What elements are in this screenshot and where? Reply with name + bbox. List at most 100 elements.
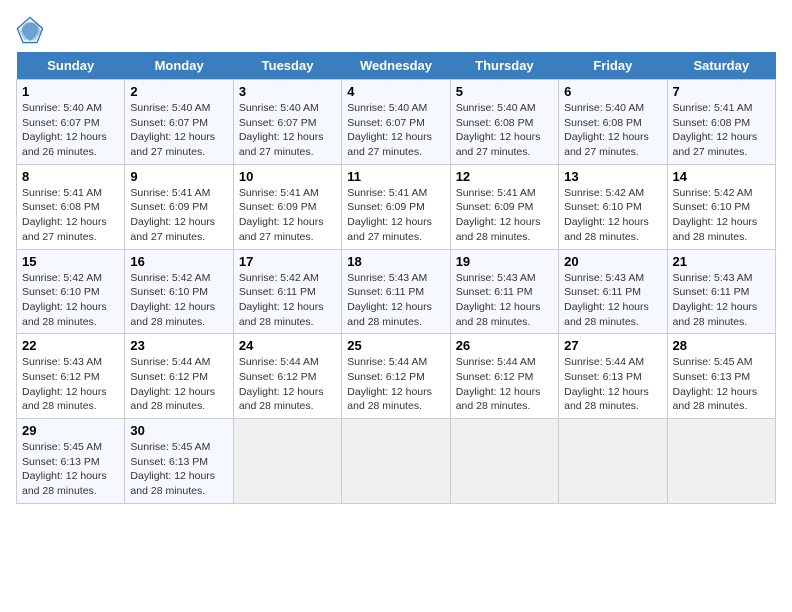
day-info: Sunrise: 5:45 AMSunset: 6:13 PMDaylight:… xyxy=(673,355,770,414)
day-info: Sunrise: 5:40 AMSunset: 6:08 PMDaylight:… xyxy=(456,101,553,160)
calendar-cell: 5 Sunrise: 5:40 AMSunset: 6:08 PMDaylight… xyxy=(450,80,558,165)
day-info: Sunrise: 5:44 AMSunset: 6:13 PMDaylight:… xyxy=(564,355,661,414)
day-info: Sunrise: 5:41 AMSunset: 6:09 PMDaylight:… xyxy=(130,186,227,245)
weekday-header-monday: Monday xyxy=(125,52,233,80)
day-number: 20 xyxy=(564,254,661,269)
day-number: 18 xyxy=(347,254,444,269)
day-number: 6 xyxy=(564,84,661,99)
day-info: Sunrise: 5:45 AMSunset: 6:13 PMDaylight:… xyxy=(22,440,119,499)
day-info: Sunrise: 5:43 AMSunset: 6:11 PMDaylight:… xyxy=(564,271,661,330)
day-info: Sunrise: 5:45 AMSunset: 6:13 PMDaylight:… xyxy=(130,440,227,499)
day-info: Sunrise: 5:42 AMSunset: 6:10 PMDaylight:… xyxy=(22,271,119,330)
calendar-cell: 14Sunrise: 5:42 AMSunset: 6:10 PMDayligh… xyxy=(667,164,775,249)
day-number: 5 xyxy=(456,84,553,99)
calendar-cell xyxy=(233,419,341,504)
day-info: Sunrise: 5:42 AMSunset: 6:10 PMDaylight:… xyxy=(564,186,661,245)
calendar-cell xyxy=(450,419,558,504)
day-number: 22 xyxy=(22,338,119,353)
calendar-week-row: 22 Sunrise: 5:43 AMSunset: 6:12 PMDayligh… xyxy=(17,334,776,419)
weekday-header-sunday: Sunday xyxy=(17,52,125,80)
day-number: 23 xyxy=(130,338,227,353)
day-number: 30 xyxy=(130,423,227,438)
day-number: 1 xyxy=(22,84,119,99)
day-number: 26 xyxy=(456,338,553,353)
calendar-cell: 2 Sunrise: 5:40 AMSunset: 6:07 PMDaylight… xyxy=(125,80,233,165)
logo xyxy=(16,16,48,44)
weekday-header-friday: Friday xyxy=(559,52,667,80)
calendar-cell: 13 Sunrise: 5:42 AMSunset: 6:10 PMDayligh… xyxy=(559,164,667,249)
weekday-header-tuesday: Tuesday xyxy=(233,52,341,80)
day-number: 8 xyxy=(22,169,119,184)
day-number: 19 xyxy=(456,254,553,269)
calendar-week-row: 1 Sunrise: 5:40 AMSunset: 6:07 PMDaylight… xyxy=(17,80,776,165)
calendar-cell: 25 Sunrise: 5:44 AMSunset: 6:12 PMDayligh… xyxy=(342,334,450,419)
day-number: 4 xyxy=(347,84,444,99)
day-number: 15 xyxy=(22,254,119,269)
day-info: Sunrise: 5:42 AMSunset: 6:11 PMDaylight:… xyxy=(239,271,336,330)
day-info: Sunrise: 5:43 AMSunset: 6:11 PMDaylight:… xyxy=(456,271,553,330)
day-info: Sunrise: 5:41 AMSunset: 6:09 PMDaylight:… xyxy=(456,186,553,245)
calendar-cell: 16Sunrise: 5:42 AMSunset: 6:10 PMDayligh… xyxy=(125,249,233,334)
day-number: 2 xyxy=(130,84,227,99)
day-number: 9 xyxy=(130,169,227,184)
calendar-week-row: 29 Sunrise: 5:45 AMSunset: 6:13 PMDayligh… xyxy=(17,419,776,504)
calendar-cell xyxy=(559,419,667,504)
calendar-cell: 8Sunrise: 5:41 AMSunset: 6:08 PMDaylight… xyxy=(17,164,125,249)
day-info: Sunrise: 5:40 AMSunset: 6:07 PMDaylight:… xyxy=(347,101,444,160)
day-number: 7 xyxy=(673,84,770,99)
calendar-cell xyxy=(342,419,450,504)
day-number: 10 xyxy=(239,169,336,184)
day-info: Sunrise: 5:44 AMSunset: 6:12 PMDaylight:… xyxy=(239,355,336,414)
calendar-cell: 6 Sunrise: 5:40 AMSunset: 6:08 PMDaylight… xyxy=(559,80,667,165)
weekday-header-wednesday: Wednesday xyxy=(342,52,450,80)
general-blue-logo-icon xyxy=(16,16,44,44)
calendar-cell xyxy=(667,419,775,504)
calendar-cell: 22 Sunrise: 5:43 AMSunset: 6:12 PMDayligh… xyxy=(17,334,125,419)
day-info: Sunrise: 5:40 AMSunset: 6:07 PMDaylight:… xyxy=(130,101,227,160)
day-info: Sunrise: 5:41 AMSunset: 6:09 PMDaylight:… xyxy=(239,186,336,245)
day-number: 25 xyxy=(347,338,444,353)
calendar-cell: 19 Sunrise: 5:43 AMSunset: 6:11 PMDayligh… xyxy=(450,249,558,334)
day-number: 14 xyxy=(673,169,770,184)
day-info: Sunrise: 5:44 AMSunset: 6:12 PMDaylight:… xyxy=(347,355,444,414)
calendar-cell: 23 Sunrise: 5:44 AMSunset: 6:12 PMDayligh… xyxy=(125,334,233,419)
calendar-cell: 15 Sunrise: 5:42 AMSunset: 6:10 PMDayligh… xyxy=(17,249,125,334)
calendar-cell: 18 Sunrise: 5:43 AMSunset: 6:11 PMDayligh… xyxy=(342,249,450,334)
day-info: Sunrise: 5:42 AMSunset: 6:10 PMDaylight:… xyxy=(130,271,227,330)
weekday-header-thursday: Thursday xyxy=(450,52,558,80)
calendar-cell: 12 Sunrise: 5:41 AMSunset: 6:09 PMDayligh… xyxy=(450,164,558,249)
day-info: Sunrise: 5:43 AMSunset: 6:11 PMDaylight:… xyxy=(673,271,770,330)
day-info: Sunrise: 5:44 AMSunset: 6:12 PMDaylight:… xyxy=(130,355,227,414)
calendar-cell: 10 Sunrise: 5:41 AMSunset: 6:09 PMDayligh… xyxy=(233,164,341,249)
calendar-cell: 30 Sunrise: 5:45 AMSunset: 6:13 PMDayligh… xyxy=(125,419,233,504)
day-number: 24 xyxy=(239,338,336,353)
day-info: Sunrise: 5:40 AMSunset: 6:07 PMDaylight:… xyxy=(239,101,336,160)
day-number: 11 xyxy=(347,169,444,184)
calendar-cell: 1 Sunrise: 5:40 AMSunset: 6:07 PMDaylight… xyxy=(17,80,125,165)
calendar-week-row: 15 Sunrise: 5:42 AMSunset: 6:10 PMDayligh… xyxy=(17,249,776,334)
day-number: 29 xyxy=(22,423,119,438)
weekday-header-saturday: Saturday xyxy=(667,52,775,80)
day-number: 3 xyxy=(239,84,336,99)
day-number: 13 xyxy=(564,169,661,184)
day-number: 12 xyxy=(456,169,553,184)
calendar-cell: 21Sunrise: 5:43 AMSunset: 6:11 PMDayligh… xyxy=(667,249,775,334)
day-number: 27 xyxy=(564,338,661,353)
calendar-cell: 20 Sunrise: 5:43 AMSunset: 6:11 PMDayligh… xyxy=(559,249,667,334)
calendar-cell: 11Sunrise: 5:41 AMSunset: 6:09 PMDayligh… xyxy=(342,164,450,249)
calendar-cell: 27 Sunrise: 5:44 AMSunset: 6:13 PMDayligh… xyxy=(559,334,667,419)
calendar-header: SundayMondayTuesdayWednesdayThursdayFrid… xyxy=(17,52,776,80)
calendar-cell: 9 Sunrise: 5:41 AMSunset: 6:09 PMDaylight… xyxy=(125,164,233,249)
calendar-week-row: 8Sunrise: 5:41 AMSunset: 6:08 PMDaylight… xyxy=(17,164,776,249)
calendar-cell: 7Sunrise: 5:41 AMSunset: 6:08 PMDaylight… xyxy=(667,80,775,165)
day-info: Sunrise: 5:43 AMSunset: 6:11 PMDaylight:… xyxy=(347,271,444,330)
calendar-cell: 24 Sunrise: 5:44 AMSunset: 6:12 PMDayligh… xyxy=(233,334,341,419)
day-number: 28 xyxy=(673,338,770,353)
day-info: Sunrise: 5:43 AMSunset: 6:12 PMDaylight:… xyxy=(22,355,119,414)
day-info: Sunrise: 5:40 AMSunset: 6:07 PMDaylight:… xyxy=(22,101,119,160)
calendar-cell: 17Sunrise: 5:42 AMSunset: 6:11 PMDayligh… xyxy=(233,249,341,334)
calendar-table: SundayMondayTuesdayWednesdayThursdayFrid… xyxy=(16,52,776,504)
calendar-cell: 28 Sunrise: 5:45 AMSunset: 6:13 PMDayligh… xyxy=(667,334,775,419)
day-info: Sunrise: 5:40 AMSunset: 6:08 PMDaylight:… xyxy=(564,101,661,160)
header xyxy=(16,16,776,44)
